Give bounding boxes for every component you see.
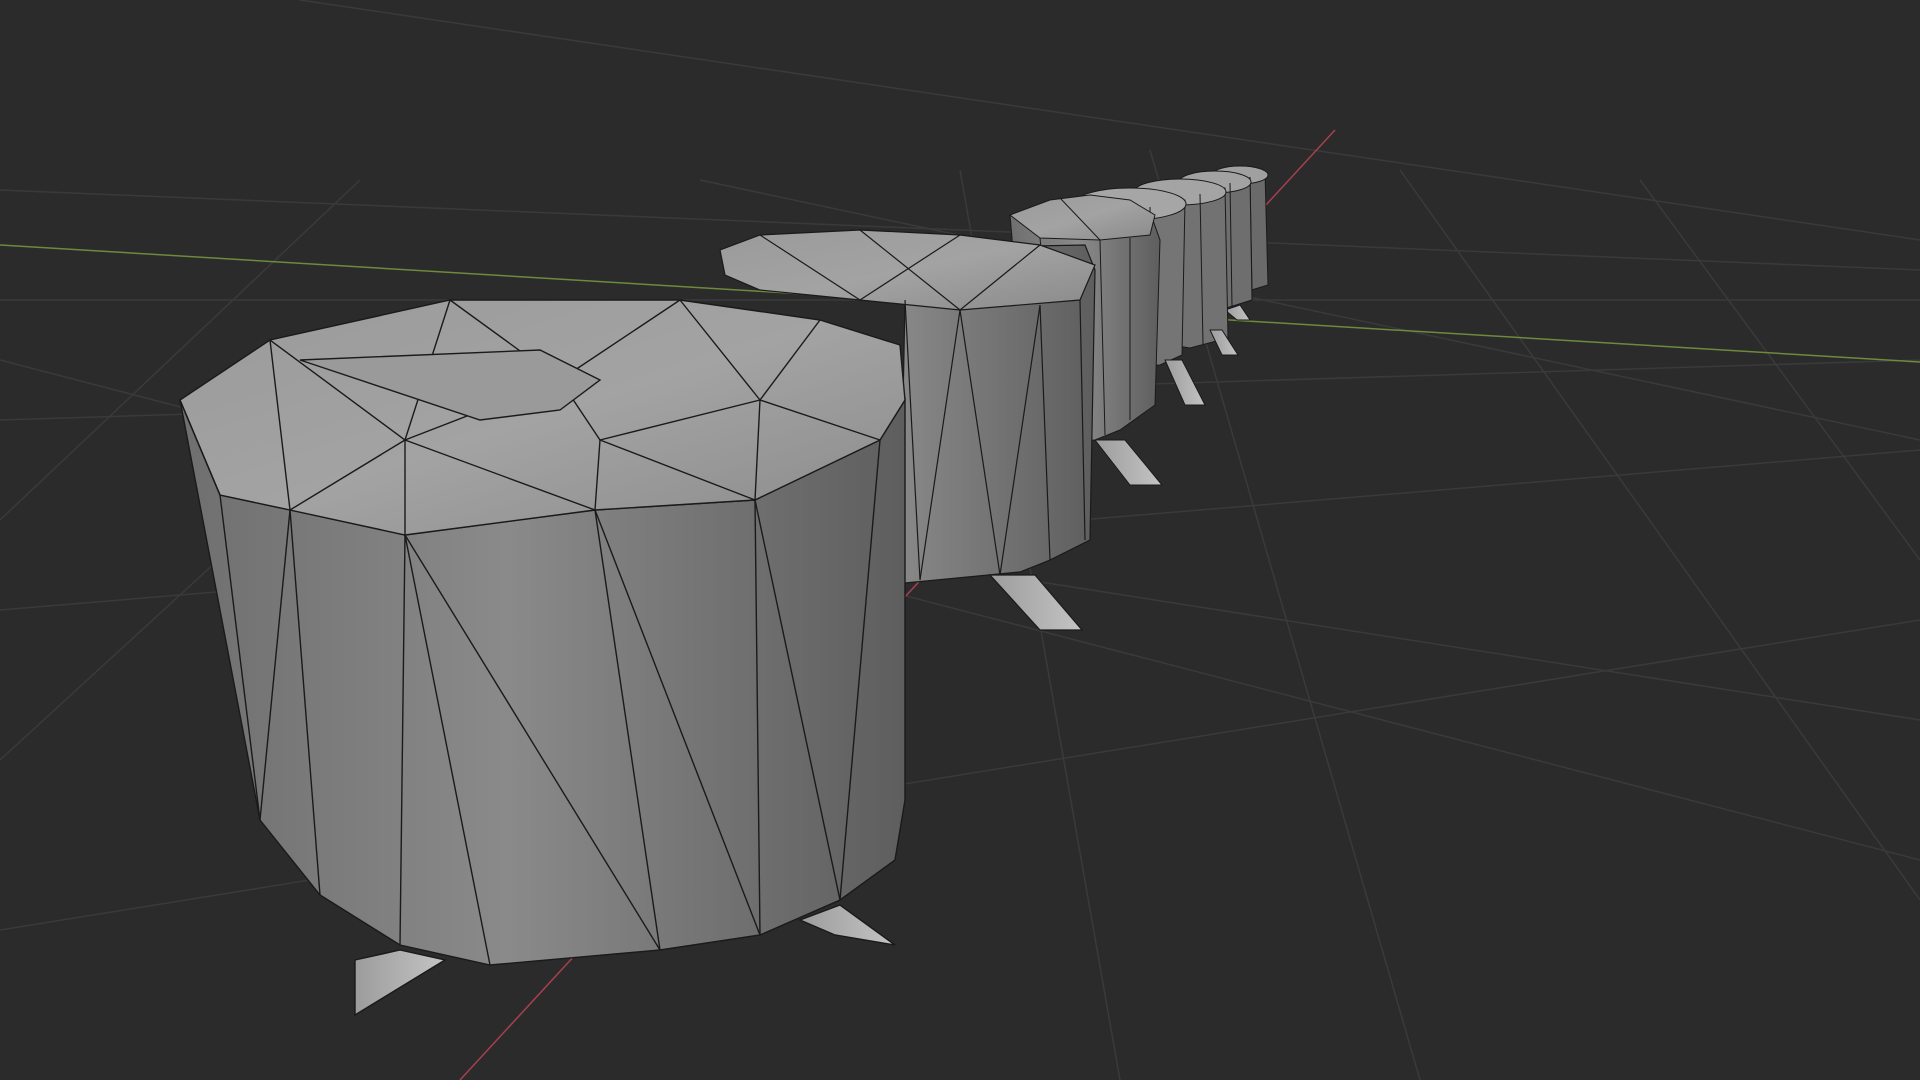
barrel-1[interactable] — [179, 299, 906, 1017]
viewport-canvas[interactable] — [0, 0, 1920, 1080]
3d-viewport[interactable] — [0, 0, 1920, 1080]
